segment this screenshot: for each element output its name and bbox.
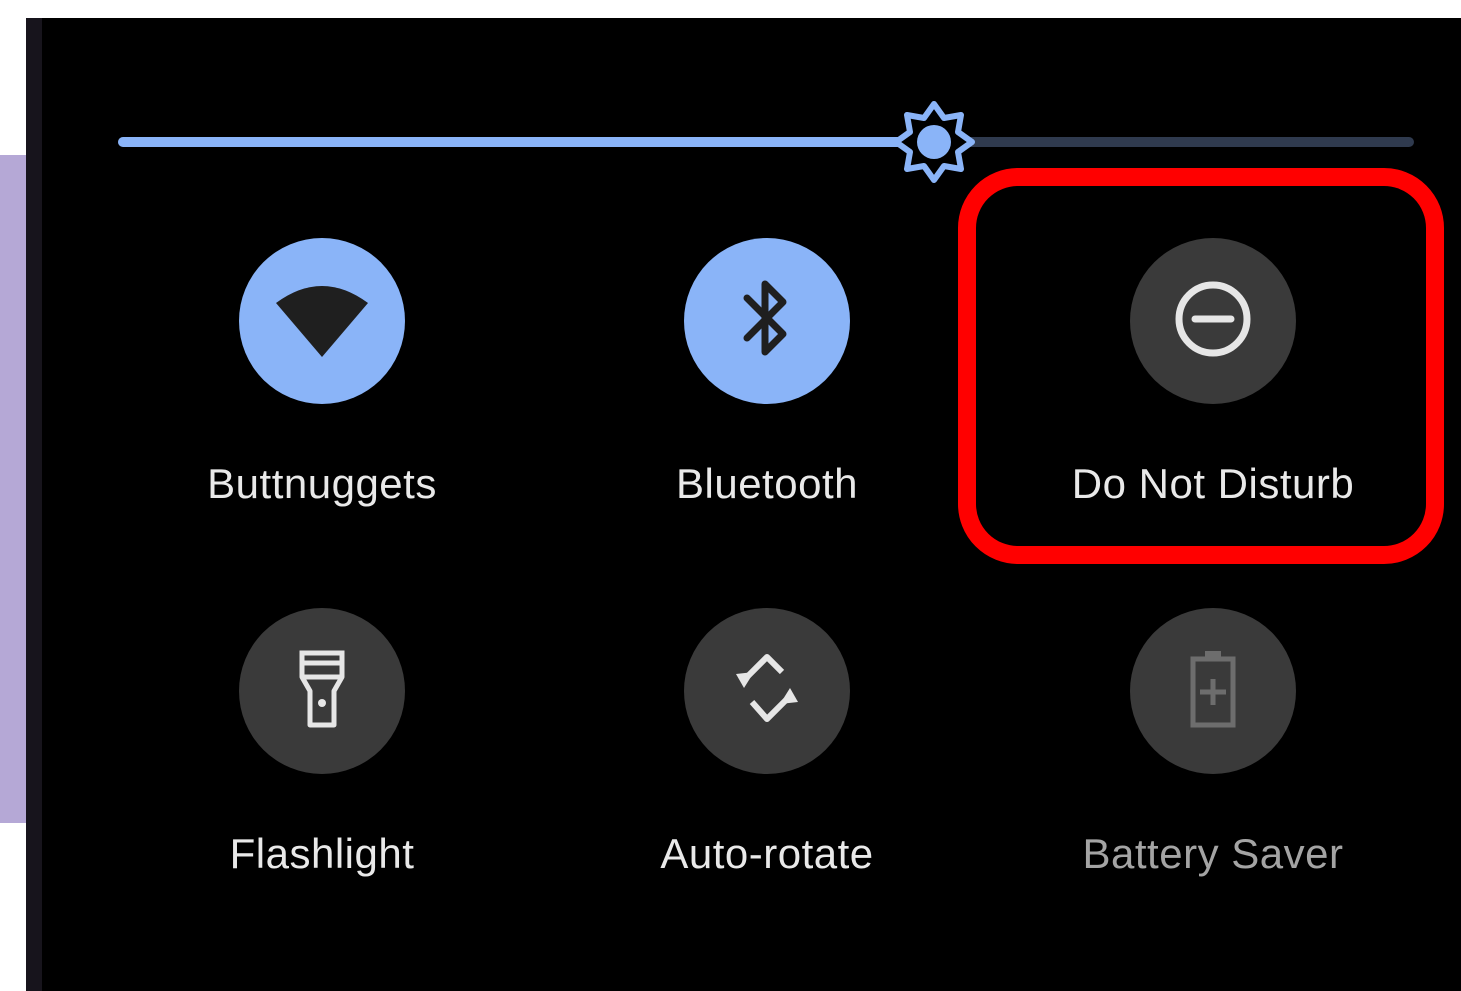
tile-label-flashlight: Flashlight <box>229 830 415 877</box>
do-not-disturb-toggle[interactable] <box>1130 238 1296 404</box>
bluetooth-icon <box>737 274 797 369</box>
quick-settings-panel: Buttnuggets Bluetooth Do Not Disturb Fla… <box>26 18 1461 991</box>
panel-edge <box>26 18 42 991</box>
tile-do-not-disturb[interactable]: Do Not Disturb <box>1003 238 1423 558</box>
auto-rotate-icon <box>722 644 812 739</box>
brightness-icon[interactable] <box>890 98 978 186</box>
do-not-disturb-icon <box>1171 277 1255 366</box>
battery-saver-toggle[interactable] <box>1130 608 1296 774</box>
tile-label-wifi: Buttnuggets <box>207 460 437 507</box>
flashlight-toggle[interactable] <box>239 608 405 774</box>
wifi-toggle[interactable] <box>239 238 405 404</box>
battery-saver-icon <box>1185 647 1241 736</box>
tile-flashlight[interactable]: Flashlight <box>112 608 532 928</box>
tile-bluetooth[interactable]: Bluetooth <box>557 238 977 558</box>
tile-label-battery-saver: Battery Saver <box>1082 830 1344 877</box>
tile-wifi[interactable]: Buttnuggets <box>112 238 532 558</box>
auto-rotate-toggle[interactable] <box>684 608 850 774</box>
bluetooth-toggle[interactable] <box>684 238 850 404</box>
background-strip <box>0 155 26 823</box>
screenshot-page: Buttnuggets Bluetooth Do Not Disturb Fla… <box>0 0 1461 991</box>
tile-label-do-not-disturb: Do Not Disturb <box>1071 460 1355 507</box>
tile-battery-saver[interactable]: Battery Saver <box>1003 608 1423 928</box>
tile-auto-rotate[interactable]: Auto-rotate <box>557 608 977 928</box>
brightness-slider[interactable] <box>118 101 1414 183</box>
tile-label-auto-rotate: Auto-rotate <box>660 830 874 877</box>
brightness-fill <box>118 137 934 147</box>
tile-label-bluetooth: Bluetooth <box>676 460 858 507</box>
flashlight-icon <box>292 647 352 736</box>
wifi-icon <box>272 279 372 364</box>
